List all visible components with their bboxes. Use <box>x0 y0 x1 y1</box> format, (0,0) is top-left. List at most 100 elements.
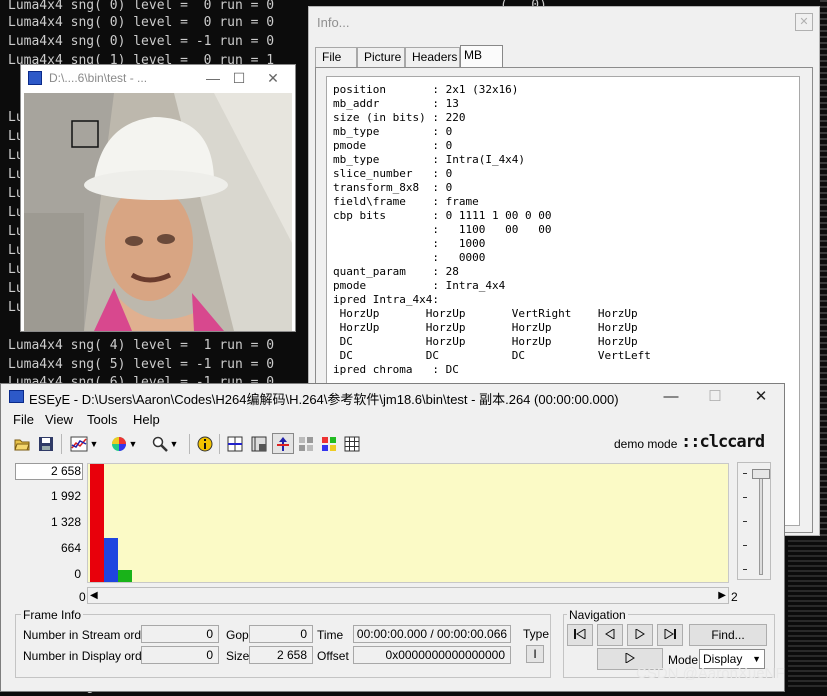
menu-tools[interactable]: Tools <box>87 410 117 430</box>
last-frame-button[interactable] <box>657 624 683 646</box>
mb-info-line: cbp bits : 0 1111 1 00 0 00 <box>333 209 552 222</box>
maximize-button[interactable]: ☐ <box>227 68 251 88</box>
offset-field: 0x0000000000000000 <box>353 646 511 664</box>
tab-headers[interactable]: Headers <box>405 47 460 67</box>
mb-info-line: pmode : Intra_4x4 <box>333 279 506 292</box>
info-button[interactable] <box>194 433 216 454</box>
tab-picture[interactable]: Picture <box>357 47 405 67</box>
y-tick-label: 1 328 <box>50 515 81 529</box>
chevron-down-icon: ▼ <box>169 438 179 449</box>
zoom-slider[interactable] <box>737 462 771 580</box>
menu-help[interactable]: Help <box>133 410 160 430</box>
frame-info-legend: Frame Info <box>21 608 84 622</box>
watermark: CSDN @AaronXueNF <box>636 665 785 682</box>
y-tick-label: 2 658 <box>50 464 81 478</box>
first-frame-button[interactable] <box>567 624 593 646</box>
open-file-button[interactable] <box>11 433 33 454</box>
zoom-dropdown[interactable]: ▼ <box>145 433 185 454</box>
slider-tick <box>743 521 747 522</box>
mb-color-button[interactable] <box>318 433 340 454</box>
grid-mb-button[interactable] <box>224 433 246 454</box>
frame-size-chart[interactable] <box>87 463 729 583</box>
size-field: 2 658 <box>249 646 313 664</box>
find-button[interactable]: Find... <box>689 624 767 646</box>
magnifier-icon <box>152 436 168 452</box>
time-field: 00:00:00.000 / 00:00:00.066 <box>353 625 511 643</box>
console-edge-text <box>820 0 827 540</box>
color-dropdown[interactable]: ▼ <box>105 433 143 454</box>
mode-select-value: Display <box>703 652 743 666</box>
mb-type-button[interactable] <box>295 433 317 454</box>
mb-info-line: ipred Intra_4x4: <box>333 293 439 306</box>
stream-order-field: 0 <box>141 625 219 643</box>
y-tick-label: 664 <box>60 541 81 555</box>
slider-track <box>759 469 763 575</box>
save-icon <box>39 436 53 451</box>
display-order-label: Number in Display order <box>23 649 153 663</box>
close-button[interactable]: ✕ <box>261 68 285 88</box>
chevron-down-icon: ▼ <box>89 438 99 449</box>
brand-logo: ::clccard <box>681 432 765 452</box>
mb-color-icon <box>322 436 336 451</box>
color-wheel-icon <box>111 436 126 451</box>
video-window-title: D:\....6\bin\test - ... <box>49 71 148 85</box>
eseye-window[interactable]: ESEyE - D:\Users\Aaron\Codes\H264编解码\H.2… <box>0 383 785 692</box>
partition-button[interactable] <box>248 433 270 454</box>
mb-info-line: mb_type : Intra(I_4x4) <box>333 153 526 166</box>
prev-frame-button[interactable] <box>597 624 623 646</box>
next-frame-button[interactable] <box>627 624 653 646</box>
horizontal-scrollbar[interactable]: ◀ ▶ <box>87 587 729 604</box>
mb-info-line: mb_type : 0 <box>333 125 453 138</box>
slider-thumb[interactable] <box>752 469 770 479</box>
tab-file[interactable]: File <box>315 47 357 67</box>
save-button[interactable] <box>35 433 57 454</box>
mb-info-line: : 1000 <box>333 237 486 250</box>
skip-start-icon <box>574 628 586 640</box>
display-order-field: 0 <box>141 646 219 664</box>
minimize-button[interactable]: — <box>651 386 691 408</box>
mb-grid-icon <box>227 436 243 451</box>
type-field: I <box>526 645 544 663</box>
frame-size-chart-svg <box>90 464 132 582</box>
close-button[interactable]: ✕ <box>741 386 781 408</box>
table-button[interactable] <box>341 433 363 454</box>
gop-label: Gop <box>226 628 249 642</box>
table-icon <box>344 436 360 451</box>
mb-info-line: mb_addr : 13 <box>333 97 459 110</box>
console-line: Luma4x4 sng( 4) level = 1 run = 0 <box>8 338 275 353</box>
video-window[interactable]: D:\....6\bin\test - ... — ☐ ✕ <box>20 64 296 332</box>
menu-view[interactable]: View <box>45 410 73 430</box>
tab-mb[interactable]: MB <box>460 45 503 69</box>
mb-info-line: HorzUp HorzUp VertRight HorzUp <box>333 307 638 320</box>
navigation-legend: Navigation <box>567 608 628 622</box>
chart-type-dropdown[interactable]: ▼ <box>65 433 103 454</box>
scroll-right-icon[interactable]: ▶ <box>718 590 726 601</box>
mb-info-line: pmode : 0 <box>333 139 453 152</box>
motion-vectors-button[interactable] <box>272 433 294 454</box>
step-forward-icon <box>635 628 645 640</box>
mb-info-line: size (in bits) : 220 <box>333 111 466 124</box>
stream-order-label: Number in Stream order <box>23 628 152 642</box>
console-line: Luma4x4 sng( 0) level = 0 run = 0 <box>8 15 275 30</box>
mb-info-line: DC DC DC VertLeft <box>333 349 651 362</box>
scroll-left-icon[interactable]: ◀ <box>90 590 98 601</box>
x-start-label: 0 <box>79 590 86 604</box>
frame-bar[interactable] <box>104 538 118 582</box>
y-tick-label: 1 992 <box>50 489 81 503</box>
x-end-label: 2 <box>731 590 738 604</box>
video-frame[interactable] <box>24 93 292 331</box>
menu-file[interactable]: File <box>13 410 34 430</box>
skip-end-icon <box>664 628 676 640</box>
close-icon[interactable]: ✕ <box>795 13 813 31</box>
size-label: Size <box>226 649 250 663</box>
motion-vector-icon <box>277 436 289 451</box>
toolbar-separator <box>189 434 190 454</box>
maximize-button[interactable]: ☐ <box>695 386 735 408</box>
frame-bar[interactable] <box>118 570 132 582</box>
mb-type-icon <box>299 436 313 451</box>
slider-tick <box>743 569 747 570</box>
minimize-button[interactable]: — <box>201 68 225 88</box>
demo-mode-label: demo mode <box>614 437 678 451</box>
frame-bar[interactable] <box>90 464 104 582</box>
mb-info-line: quant_param : 28 <box>333 265 459 278</box>
